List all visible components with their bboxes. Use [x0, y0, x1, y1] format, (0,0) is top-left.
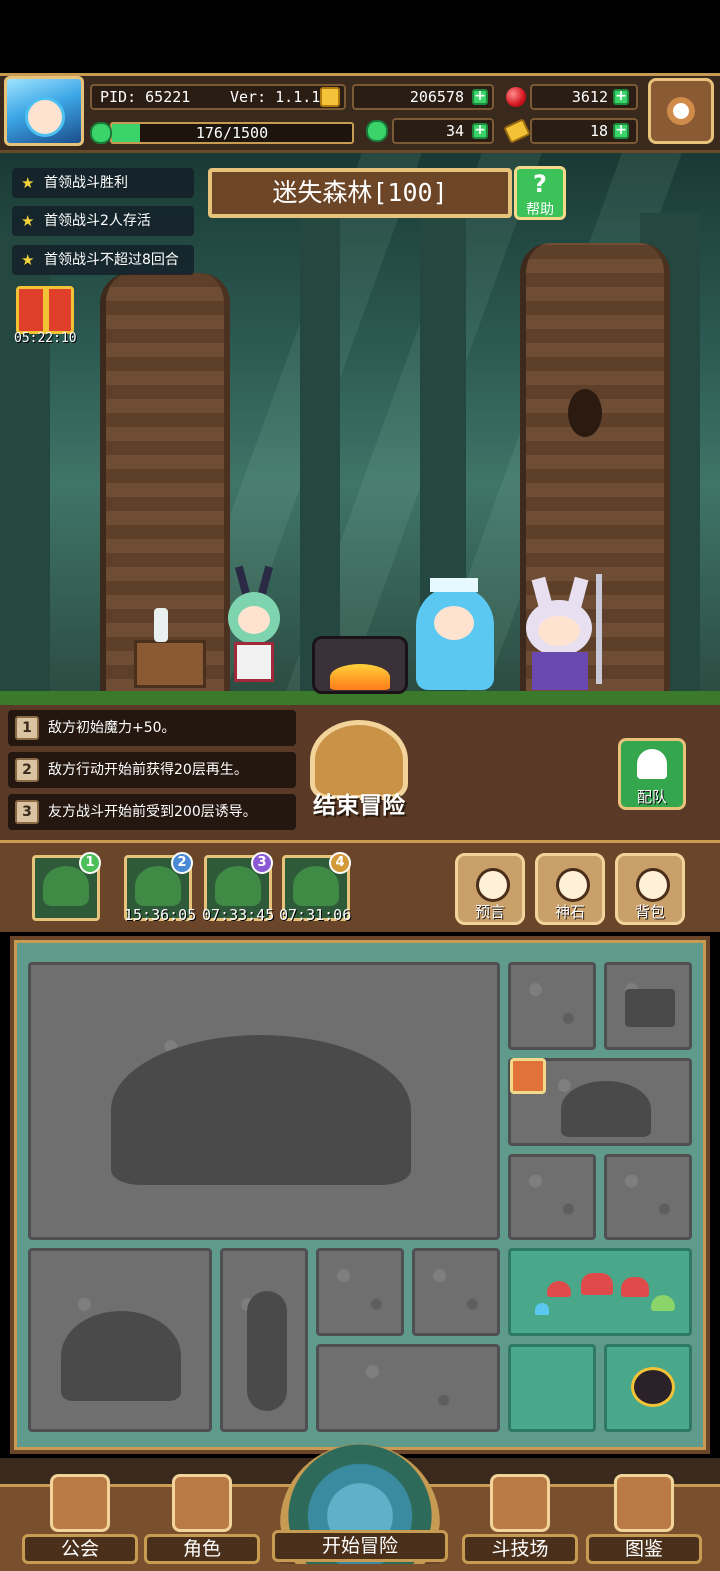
slot-4-timer: 07:31:06 [279, 906, 352, 924]
nav-arena-button[interactable]: 斗技场 [462, 1468, 578, 1564]
prophecy-button[interactable]: 预言 [455, 853, 525, 925]
buff-item: 1 敌方初始魔力+50。 [8, 710, 296, 746]
divine-stone-button[interactable]: 神石 [535, 853, 605, 925]
add-key-icon[interactable]: + [613, 123, 629, 139]
map-tile-ruins[interactable] [28, 1248, 212, 1432]
key-value: 18 [589, 122, 608, 140]
settings-button[interactable] [648, 78, 714, 144]
buff-item: 3 友方战斗开始前受到200层诱导。 [8, 794, 296, 830]
map-tile-boss-area[interactable] [28, 962, 500, 1240]
ruby-icon [506, 87, 526, 107]
supply-crate [134, 640, 206, 688]
gift-timer: 05:22:10 [14, 331, 77, 346]
map-tile-mushrooms[interactable] [508, 1248, 692, 1336]
crystal-ball-icon [476, 868, 510, 902]
guild-house-icon [50, 1474, 110, 1532]
ruby-value: 3612 [571, 88, 608, 106]
end-adventure-button[interactable]: 结束冒险 [306, 720, 412, 820]
star-icon: ★ [21, 212, 35, 230]
map-tile-cleared[interactable] [508, 1344, 596, 1432]
hero-fox-knight[interactable] [516, 574, 612, 692]
map-tile-cauldron[interactable] [604, 1344, 692, 1432]
help-button[interactable]: ? 帮助 [514, 166, 566, 220]
energy-clover-icon [90, 122, 112, 144]
nav-guild-button[interactable]: 公会 [22, 1468, 138, 1564]
bag-icon [636, 868, 670, 902]
energy-value: 176/1500 [195, 124, 269, 142]
backpack-button[interactable]: 背包 [615, 853, 685, 925]
objective-item: ★ 首领战斗2人存活 [12, 206, 194, 236]
map-tile[interactable] [604, 1154, 692, 1240]
add-gold-icon[interactable]: + [472, 89, 488, 105]
slot-2-timer: 15:36:05 [124, 906, 197, 924]
objective-item: ★ 首领战斗不超过8回合 [12, 245, 194, 275]
add-ruby-icon[interactable]: + [613, 89, 629, 105]
team-formation-button[interactable]: 配队 [618, 738, 686, 810]
map-tile[interactable] [508, 962, 596, 1050]
book-icon [614, 1474, 674, 1532]
map-tile-path[interactable] [220, 1248, 308, 1432]
map-tile[interactable] [412, 1248, 500, 1336]
objective-item: ★ 首领战斗胜利 [12, 168, 194, 198]
star-icon: ★ [21, 251, 35, 269]
campfire-icon [330, 664, 390, 690]
nav-codex-button[interactable]: 图鉴 [586, 1468, 702, 1564]
clover-value: 34 [445, 122, 464, 140]
map-tile[interactable] [604, 962, 692, 1050]
clover-icon [366, 120, 388, 142]
potion-bottle-icon [154, 608, 168, 642]
energy-bar: 176/1500 [110, 122, 354, 144]
slot-3-timer: 07:33:45 [202, 906, 275, 924]
gold-value: 206578 [409, 88, 464, 106]
add-clover-icon[interactable]: + [472, 123, 488, 139]
team-slot-1[interactable]: 1 [32, 852, 101, 921]
hero-ice-queen[interactable] [410, 578, 500, 692]
nav-start-adventure-button[interactable]: 开始冒险 [272, 1444, 448, 1571]
event-marker-icon[interactable] [510, 1058, 546, 1094]
nav-character-button[interactable]: 角色 [144, 1468, 260, 1564]
cauldron-icon [631, 1367, 675, 1407]
gear-icon [667, 97, 695, 125]
player-id: PID: 65221 [100, 88, 191, 106]
stage-title: 迷失森林[100] [208, 168, 512, 218]
team-icon [637, 749, 667, 779]
hero-bunny-girl[interactable] [220, 565, 286, 688]
map-tile[interactable] [316, 1344, 500, 1432]
question-mark-icon: ? [533, 170, 547, 198]
star-icon: ★ [21, 174, 35, 192]
gift-box-icon[interactable] [16, 286, 74, 334]
character-portrait-icon [172, 1474, 232, 1532]
map-tile[interactable] [508, 1154, 596, 1240]
id-version-panel: PID: 65221 Ver: 1.1.1.4 [90, 84, 346, 110]
map-tile[interactable] [316, 1248, 404, 1336]
buff-item: 2 敌方行动开始前获得20层再生。 [8, 752, 296, 788]
crossed-swords-icon [490, 1474, 550, 1532]
gold-coin-icon [320, 87, 340, 107]
player-avatar[interactable] [4, 76, 84, 146]
team-strip [0, 840, 720, 932]
stone-icon [556, 868, 590, 902]
